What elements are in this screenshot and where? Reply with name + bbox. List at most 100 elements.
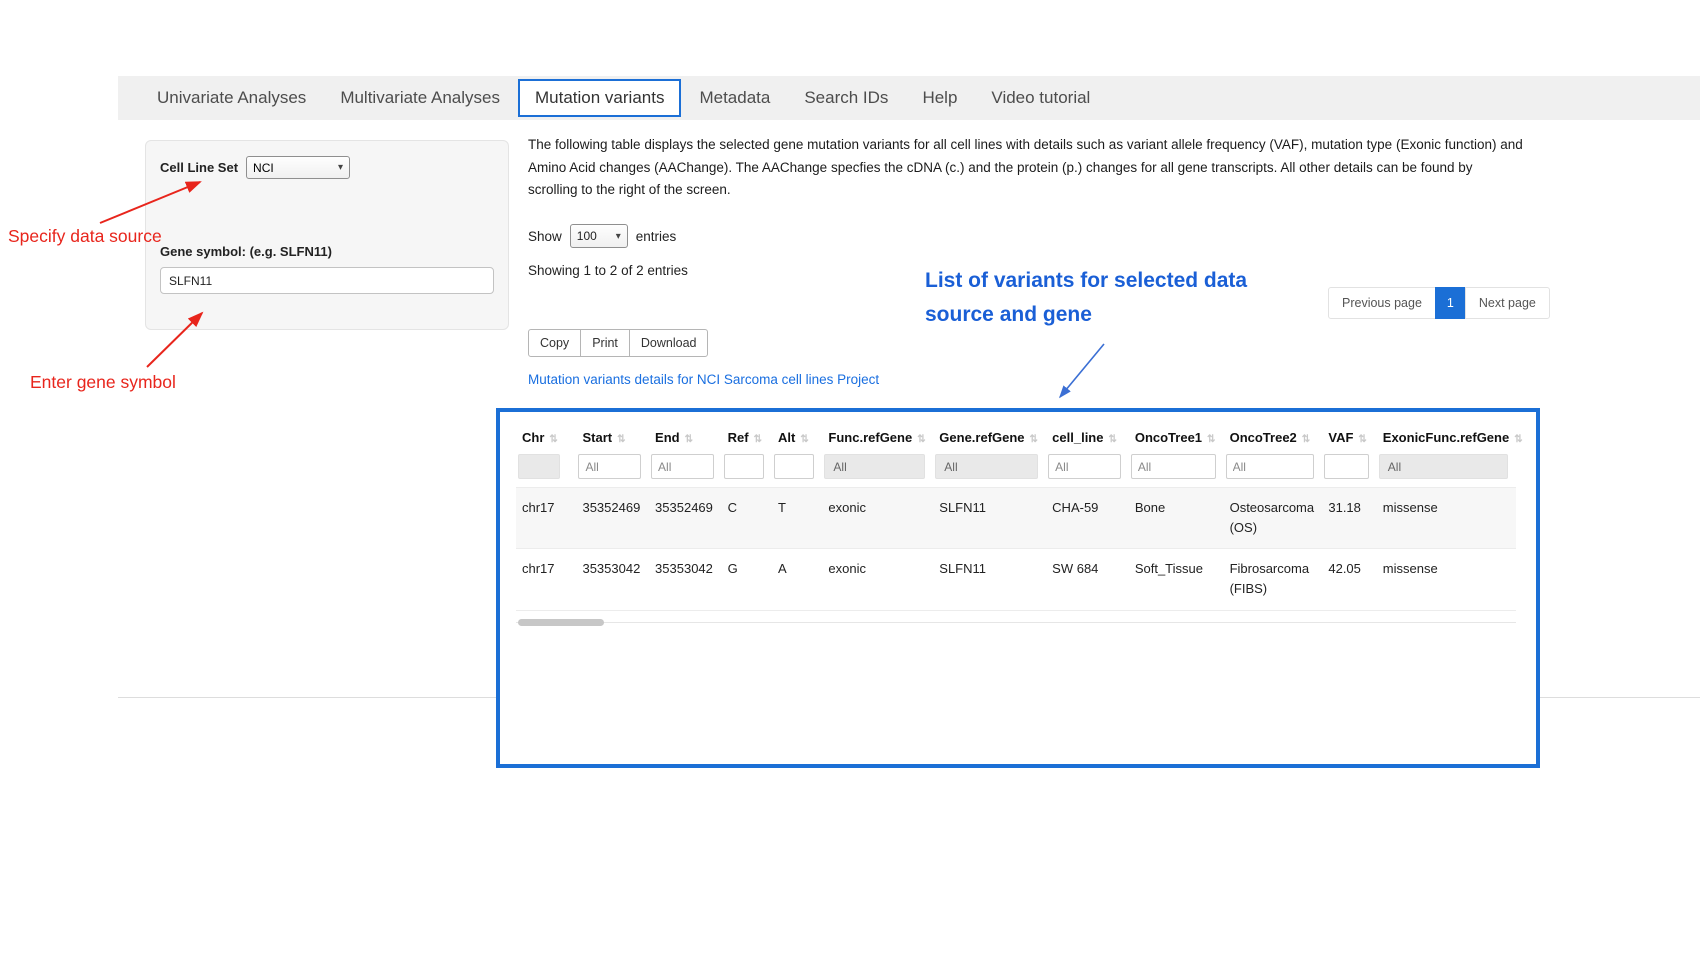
column-header-oncotree1[interactable]: OncoTree1⇅ — [1129, 422, 1224, 452]
horizontal-scrollbar[interactable] — [516, 617, 1516, 629]
variants-table: Chr⇅Start⇅End⇅Ref⇅ Alt ⇅ Func.refGene ⇅ Gene.… — [516, 422, 1516, 611]
pagination: Previous page 1 Next page — [1328, 287, 1550, 319]
table-filter-row: All All All — [516, 452, 1516, 488]
gene-symbol-label: Gene symbol: (e.g. SLFN11) — [160, 244, 332, 259]
scrollbar-thumb[interactable] — [518, 619, 604, 626]
filter-func-refgene[interactable]: All — [824, 454, 925, 479]
table-cell: Fibrosarcoma (FIBS) — [1224, 549, 1323, 610]
sidebar-panel: Cell Line Set NCI ▾ Gene symbol: (e.g. S… — [145, 140, 509, 330]
tab-video-tutorial[interactable]: Video tutorial — [974, 76, 1107, 120]
column-header-end[interactable]: End⇅ — [649, 422, 722, 452]
table-body: chr173535246935352469CTexonicSLFN11CHA-5… — [516, 488, 1516, 611]
column-header-exonicfunc-refgene[interactable]: ExonicFunc.refGene⇅ — [1377, 422, 1516, 452]
print-button[interactable]: Print — [580, 329, 630, 357]
tab-search-ids[interactable]: Search IDs — [787, 76, 905, 120]
filter-gene-refgene[interactable]: All — [935, 454, 1038, 479]
column-label: OncoTree2 — [1230, 430, 1297, 445]
download-button[interactable]: Download — [629, 329, 709, 357]
column-label: VAF — [1328, 430, 1353, 445]
copy-button[interactable]: Copy — [528, 329, 581, 357]
sort-icon: ⇅ — [1358, 434, 1366, 445]
column-header-cell-line[interactable]: cell_line ⇅ — [1046, 422, 1129, 452]
table-cell: exonic — [822, 549, 933, 610]
arrow-list-of-variants — [1060, 344, 1104, 397]
nav-tabs: Univariate AnalysesMultivariate Analyses… — [118, 76, 1700, 120]
annotation-enter-gene-symbol: Enter gene symbol — [30, 372, 176, 393]
column-header-ref[interactable]: Ref⇅ — [722, 422, 772, 452]
table-cell: T — [772, 488, 822, 549]
sort-icon: ⇅ — [549, 434, 557, 445]
filter-end[interactable] — [651, 454, 714, 479]
next-page-button[interactable]: Next page — [1465, 287, 1550, 319]
filter-start[interactable] — [578, 454, 641, 479]
table-row[interactable]: chr173535304235353042GAexonicSLFN11SW 68… — [516, 549, 1516, 610]
sort-icon: ⇅ — [917, 434, 925, 445]
filter-oncotree2[interactable] — [1226, 454, 1315, 479]
column-label: cell_line — [1052, 430, 1103, 445]
annotation-list-of-variants-line2: source and gene — [925, 298, 1247, 332]
annotation-list-of-variants: List of variants for selected data sourc… — [925, 264, 1247, 332]
table-cell: SLFN11 — [933, 488, 1046, 549]
filter-alt[interactable] — [774, 454, 814, 479]
cell-line-set-row: Cell Line Set NCI ▾ — [160, 156, 494, 179]
table-cell: 42.05 — [1322, 549, 1376, 610]
column-label: Gene.refGene — [939, 430, 1024, 445]
cell-line-set-value: NCI — [253, 161, 274, 175]
annotation-specify-data-source: Specify data source — [8, 226, 162, 247]
column-label: Alt — [778, 430, 795, 445]
table-description: The following table displays the selecte… — [528, 134, 1524, 202]
column-header-vaf[interactable]: VAF ⇅ — [1322, 422, 1376, 452]
tab-help[interactable]: Help — [905, 76, 974, 120]
previous-page-button[interactable]: Previous page — [1328, 287, 1436, 319]
table-cell: 35353042 — [576, 549, 649, 610]
column-header-start[interactable]: Start⇅ — [576, 422, 649, 452]
filter-cell-line[interactable] — [1048, 454, 1121, 479]
tab-multivariate-analyses[interactable]: Multivariate Analyses — [323, 76, 517, 120]
column-label: ExonicFunc.refGene — [1383, 430, 1509, 445]
sort-icon: ⇅ — [754, 434, 762, 445]
table-cell: 35352469 — [576, 488, 649, 549]
table-cell: Soft_Tissue — [1129, 549, 1224, 610]
table-cell: CHA-59 — [1046, 488, 1129, 549]
table-cell: 35352469 — [649, 488, 722, 549]
table-cell: SW 684 — [1046, 549, 1129, 610]
gene-symbol-group: Gene symbol: (e.g. SLFN11) — [160, 243, 494, 294]
table-row[interactable]: chr173535246935352469CTexonicSLFN11CHA-5… — [516, 488, 1516, 549]
tab-univariate-analyses[interactable]: Univariate Analyses — [140, 76, 323, 120]
filter-exonicfunc-refgene[interactable]: All — [1379, 454, 1508, 479]
main-nav: Univariate AnalysesMultivariate Analyses… — [118, 76, 1700, 120]
page-length-select[interactable]: 100 ▾ — [570, 224, 628, 248]
table-cell: Osteosarcoma (OS) — [1224, 488, 1323, 549]
show-label: Show — [528, 229, 562, 244]
filter-ref[interactable] — [724, 454, 764, 479]
filter-vaf[interactable] — [1324, 454, 1368, 479]
table-cell: A — [772, 549, 822, 610]
column-label: Func.refGene — [828, 430, 912, 445]
table-cell: chr17 — [516, 549, 576, 610]
table-cell: 31.18 — [1322, 488, 1376, 549]
table-cell: SLFN11 — [933, 549, 1046, 610]
page-length-value: 100 — [577, 229, 597, 243]
showing-info: Showing 1 to 2 of 2 entries — [528, 263, 688, 278]
table-caption-link[interactable]: Mutation variants details for NCI Sarcom… — [528, 372, 879, 387]
tab-metadata[interactable]: Metadata — [682, 76, 787, 120]
filter-oncotree1[interactable] — [1131, 454, 1216, 479]
cell-line-set-select[interactable]: NCI ▾ — [246, 156, 350, 179]
current-page-button[interactable]: 1 — [1435, 287, 1466, 319]
filter-chr[interactable] — [518, 454, 560, 479]
sort-icon: ⇅ — [1108, 434, 1116, 445]
annotation-list-of-variants-line1: List of variants for selected data — [925, 264, 1247, 298]
column-header-chr[interactable]: Chr⇅ — [516, 422, 576, 452]
column-header-func-refgene[interactable]: Func.refGene ⇅ — [822, 422, 933, 452]
gene-symbol-input[interactable] — [160, 267, 494, 294]
page-length-control: Show 100 ▾ entries — [528, 224, 676, 248]
tab-mutation-variants[interactable]: Mutation variants — [518, 79, 681, 117]
column-header-oncotree2[interactable]: OncoTree2⇅ — [1224, 422, 1323, 452]
page: Univariate AnalysesMultivariate Analyses… — [0, 0, 1700, 956]
sort-icon: ⇅ — [800, 434, 808, 445]
column-header-alt[interactable]: Alt ⇅ — [772, 422, 822, 452]
chevron-down-icon: ▾ — [338, 162, 343, 173]
column-header-gene-refgene[interactable]: Gene.refGene⇅ — [933, 422, 1046, 452]
variants-table-container: Chr⇅Start⇅End⇅Ref⇅ Alt ⇅ Func.refGene ⇅ Gene.… — [496, 408, 1540, 768]
table-cell: missense — [1377, 549, 1516, 610]
